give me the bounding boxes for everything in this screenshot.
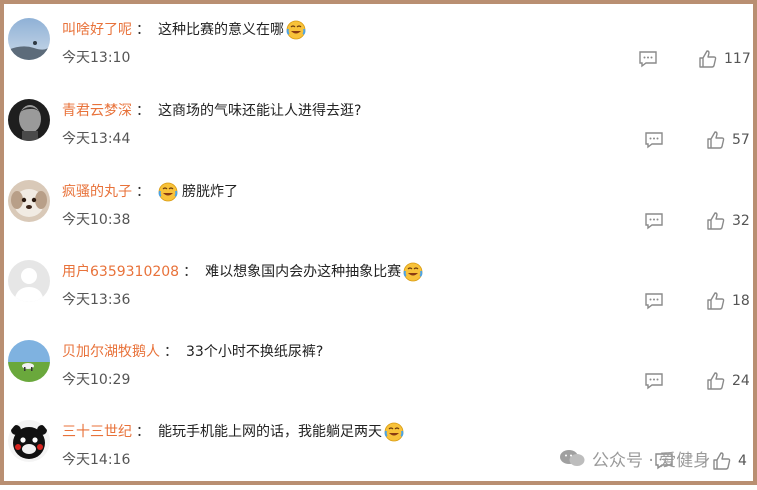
comment-time: 今天10:29	[62, 372, 131, 388]
comment-item: 贝加尔湖牧鹅人 ： 33个小时不换纸尿裤? 今天10:29 24	[4, 330, 753, 410]
watermark: 公众号 · 爱健身	[558, 444, 710, 472]
separator: ：	[183, 264, 198, 280]
thumbs-up-icon	[707, 212, 725, 230]
like-button[interactable]: 18	[706, 290, 750, 312]
like-count: 4	[738, 453, 747, 469]
comment-time: 今天14:16	[62, 452, 131, 468]
separator: ：	[136, 103, 150, 119]
username[interactable]: 三十三世纪	[62, 422, 132, 442]
comment-time: 今天13:10	[62, 50, 131, 66]
comment-item: 疯骚的丸子 ： 膀胱炸了 今天10:38 32	[4, 170, 753, 250]
reply-icon[interactable]	[638, 50, 658, 68]
like-count: 117	[724, 51, 751, 67]
comment-text: 难以想象国内会办这种抽象比赛	[205, 264, 402, 280]
thumbs-up-icon	[707, 372, 725, 390]
meadow-avatar[interactable]	[8, 340, 50, 382]
comment-text: 膀胱炸了	[182, 184, 238, 200]
comment-text: 能玩手机能上网的话，我能躺足两天	[158, 424, 382, 440]
like-button[interactable]: 117	[698, 48, 751, 70]
reply-icon[interactable]	[644, 131, 664, 149]
separator: ：	[136, 184, 150, 200]
thumbs-up-icon	[713, 452, 731, 470]
comment-text: 33个小时不换纸尿裤?	[186, 344, 324, 360]
comment-panel: 叫啥好了呢 ： 这种比赛的意义在哪 今天13:10 117 青君云梦深 ： 这商…	[0, 0, 757, 485]
man-portrait-avatar[interactable]	[8, 99, 50, 141]
thumbs-up-icon	[707, 292, 725, 310]
laugh-cry-emoji-icon	[403, 262, 423, 282]
username[interactable]: 疯骚的丸子	[62, 182, 132, 202]
laugh-cry-emoji-icon	[384, 422, 404, 442]
username[interactable]: 贝加尔湖牧鹅人	[62, 342, 160, 362]
kumamon-avatar[interactable]	[8, 420, 50, 462]
like-count: 18	[732, 293, 750, 309]
username[interactable]: 用户6359310208	[62, 262, 179, 282]
laugh-cry-emoji-icon	[158, 182, 178, 202]
reply-icon[interactable]	[644, 212, 664, 230]
like-button[interactable]: 57	[706, 129, 750, 151]
comment-time: 今天13:36	[62, 292, 131, 308]
separator: ：	[136, 424, 150, 440]
reply-icon[interactable]	[644, 292, 664, 310]
thumbs-up-icon	[699, 50, 717, 68]
like-button[interactable]: 4	[712, 450, 747, 472]
username[interactable]: 叫啥好了呢	[62, 20, 132, 40]
reply-icon[interactable]	[644, 372, 664, 390]
dog-avatar[interactable]	[8, 180, 50, 222]
watermark-text: 公众号 · 爱健身	[592, 450, 711, 471]
comment-text: 这种比赛的意义在哪	[158, 22, 284, 38]
comment-item: 叫啥好了呢 ： 这种比赛的意义在哪 今天13:10 117	[4, 8, 753, 88]
comment-item: 青君云梦深 ： 这商场的气味还能让人进得去逛? 今天13:44 57	[4, 89, 753, 169]
wechat-icon	[560, 450, 585, 466]
like-count: 24	[732, 373, 750, 389]
username[interactable]: 青君云梦深	[62, 101, 132, 121]
comment-text: 这商场的气味还能让人进得去逛?	[158, 103, 362, 119]
like-count: 32	[732, 213, 750, 229]
like-button[interactable]: 24	[706, 370, 750, 392]
like-count: 57	[732, 132, 750, 148]
thumbs-up-icon	[707, 131, 725, 149]
comment-item: 用户6359310208 ： 难以想象国内会办这种抽象比赛 今天13:36 18	[4, 250, 753, 330]
laugh-cry-emoji-icon	[286, 20, 306, 40]
default-avatar[interactable]	[8, 260, 50, 302]
separator: ：	[164, 344, 178, 360]
comment-time: 今天13:44	[62, 131, 131, 147]
separator: ：	[136, 22, 150, 38]
like-button[interactable]: 32	[706, 210, 750, 232]
comment-time: 今天10:38	[62, 212, 131, 228]
sky-avatar[interactable]	[8, 18, 50, 60]
